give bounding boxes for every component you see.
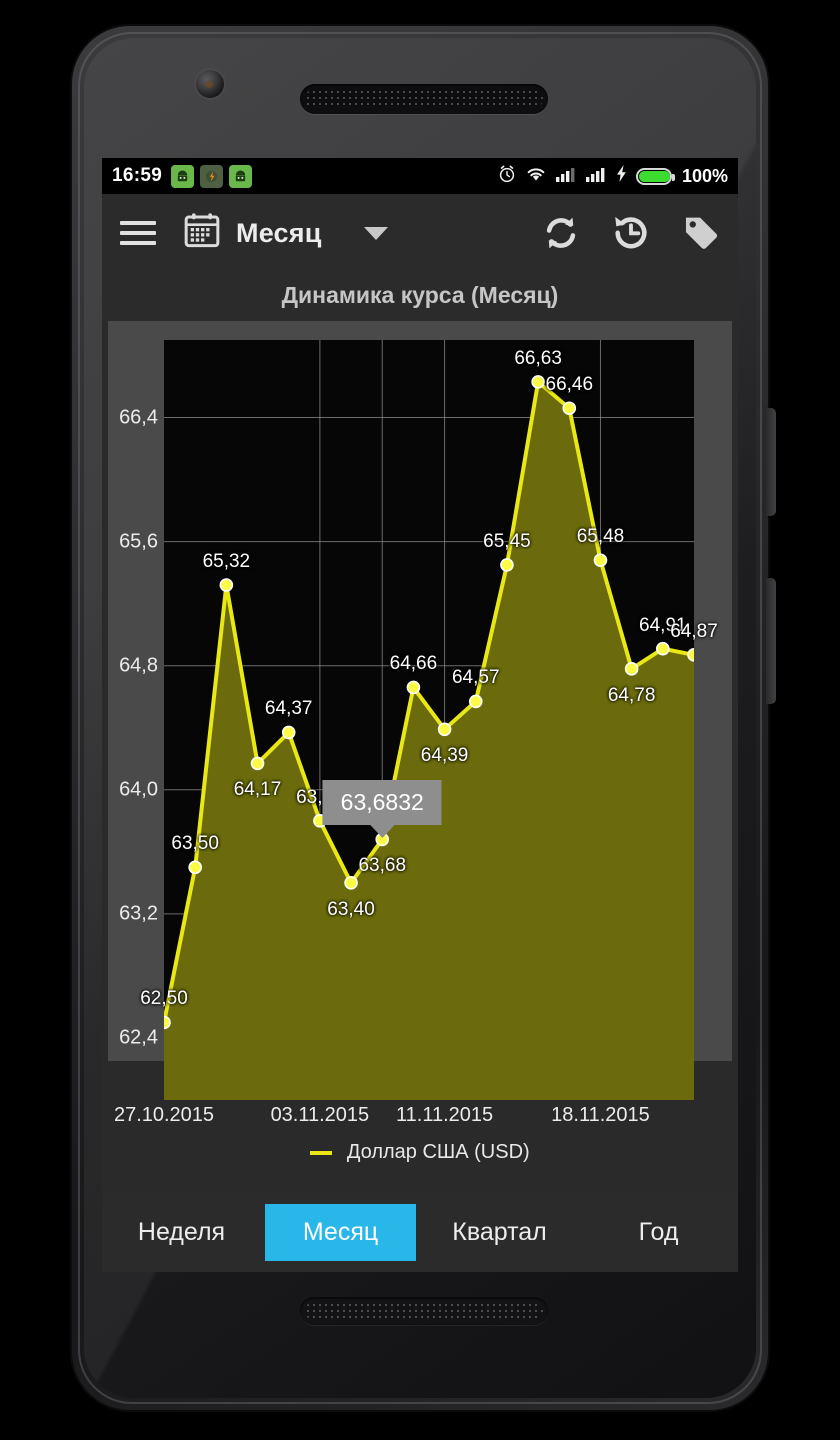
- y-axis-tick-label: 64,0: [119, 778, 158, 801]
- chart-card: 62,4 63,2 64,0 64,8 65,6 66,4 62,50 63,50 65,32…: [108, 321, 732, 1163]
- data-point-label: 65,45: [483, 530, 531, 552]
- chart-svg[interactable]: [157, 340, 701, 1100]
- data-point-label: 64,39: [420, 745, 469, 767]
- data-point-label: 64,78: [607, 684, 656, 706]
- data-point-marker[interactable]: [281, 725, 296, 740]
- chart-title: Динамика курса (Месяц): [102, 272, 738, 321]
- battery-percent-label: 100%: [681, 165, 728, 186]
- x-axis-tick-label: 27.10.2015: [113, 1104, 215, 1126]
- legend-color-swatch: [310, 1150, 333, 1155]
- notification-app-icon: [229, 164, 253, 188]
- y-axis-tick-label: 62,4: [119, 1026, 158, 1049]
- tab-year[interactable]: Год: [583, 1204, 734, 1261]
- data-point-marker[interactable]: [406, 680, 421, 695]
- tab-week[interactable]: Неделя: [106, 1204, 257, 1261]
- speaker-mesh: [305, 89, 543, 109]
- data-point-label: 64,87: [670, 620, 718, 642]
- data-point-label: 64,57: [451, 667, 500, 689]
- charging-bolt-icon: [615, 164, 628, 188]
- chart-legend: Доллар США (USD): [108, 1141, 732, 1164]
- data-point-marker[interactable]: [687, 648, 701, 662]
- bottom-speaker: [300, 1297, 548, 1325]
- battery-icon: [635, 167, 675, 185]
- data-point-label: 65,32: [202, 551, 251, 573]
- data-point-marker[interactable]: [188, 860, 202, 875]
- phone-display: 16:59 100% Месяц Динамика курса (Месяц) …: [102, 158, 738, 1272]
- front-camera-icon: [196, 70, 224, 98]
- data-point-marker[interactable]: [593, 553, 608, 568]
- data-point-label: 66,46: [545, 374, 594, 396]
- data-point-label: 63,40: [327, 898, 375, 920]
- x-axis-tick-label: 03.11.2015: [270, 1104, 370, 1126]
- refresh-icon[interactable]: [540, 212, 582, 254]
- y-axis-tick-label: 63,2: [119, 902, 158, 925]
- data-point-marker[interactable]: [531, 375, 545, 389]
- data-point-marker[interactable]: [157, 1015, 171, 1030]
- wifi-icon: [525, 165, 547, 188]
- x-axis-tick-label: 11.11.2015: [396, 1104, 494, 1126]
- tag-icon[interactable]: [680, 212, 722, 254]
- data-point-marker[interactable]: [624, 662, 639, 676]
- y-axis-tick-label: 65,6: [119, 530, 158, 553]
- data-point-marker[interactable]: [219, 578, 234, 592]
- history-icon[interactable]: [610, 212, 652, 254]
- data-point-label: 64,66: [389, 653, 438, 675]
- legend-label: Доллар США (USD): [346, 1141, 530, 1163]
- screenshot-root: 16:59 100% Месяц Динамика курса (Месяц) …: [0, 0, 840, 1440]
- toolbar-actions: [540, 212, 722, 254]
- data-point-label: 63,68: [358, 855, 407, 877]
- tab-month[interactable]: Месяц: [265, 1203, 416, 1261]
- data-point-marker[interactable]: [562, 401, 577, 416]
- data-point-label: 64,17: [233, 779, 282, 801]
- status-bar-time: 16:59: [112, 165, 163, 186]
- status-bar: 16:59 100%: [102, 158, 738, 194]
- status-bar-right-icons: 100%: [497, 164, 728, 189]
- data-point-label: 66,63: [514, 347, 562, 369]
- battery-fill: [638, 170, 670, 182]
- series-area-fill: [164, 381, 694, 1100]
- y-axis-tick-label: 66,4: [119, 406, 158, 429]
- power-button[interactable]: [766, 578, 776, 704]
- calendar-icon: [182, 211, 222, 256]
- data-point-label: 64,37: [264, 698, 313, 720]
- signal-icon: [555, 165, 577, 188]
- y-axis-labels: 62,4 63,2 64,0 64,8 65,6 66,4: [108, 340, 164, 1100]
- period-label: Месяц: [236, 217, 322, 248]
- data-point-label: 63,50: [171, 833, 219, 855]
- earpiece-speaker: [300, 84, 548, 114]
- x-axis-labels: 27.10.2015 03.11.2015 11.11.2015 18.11.2015: [108, 1104, 732, 1138]
- period-tab-bar: Неделя Месяц Квартал Год: [102, 1192, 738, 1272]
- data-point-label: 62,50: [140, 988, 188, 1010]
- data-point-marker[interactable]: [500, 558, 514, 572]
- volume-button[interactable]: [766, 408, 776, 516]
- tab-quarter[interactable]: Квартал: [424, 1204, 575, 1261]
- status-bar-notifications: [171, 164, 253, 188]
- period-selector[interactable]: Месяц: [182, 211, 322, 256]
- data-point-marker[interactable]: [468, 694, 483, 709]
- y-axis-tick-label: 64,8: [119, 654, 158, 677]
- x-axis-tick-label: 18.11.2015: [551, 1104, 650, 1126]
- hamburger-menu-icon[interactable]: [118, 218, 158, 248]
- data-point-marker[interactable]: [344, 876, 358, 890]
- data-point-marker[interactable]: [437, 722, 452, 737]
- value-tooltip: 63,6832: [322, 780, 442, 826]
- notification-app-icon: [200, 164, 224, 188]
- speaker-mesh: [305, 1302, 543, 1320]
- chevron-down-icon[interactable]: [363, 226, 388, 240]
- data-point-marker[interactable]: [656, 641, 670, 656]
- plot-wrapper[interactable]: 62,50 63,50 65,32 64,17 64,37 63,80 63,40 63,68…: [140, 340, 718, 1100]
- plot-area[interactable]: [157, 340, 701, 1100]
- app-toolbar: Месяц: [102, 194, 738, 272]
- signal-icon: [585, 165, 607, 188]
- data-point-label: 65,48: [576, 526, 625, 548]
- data-point-marker[interactable]: [250, 756, 265, 771]
- alarm-icon: [497, 164, 517, 189]
- notification-app-icon: [171, 164, 195, 188]
